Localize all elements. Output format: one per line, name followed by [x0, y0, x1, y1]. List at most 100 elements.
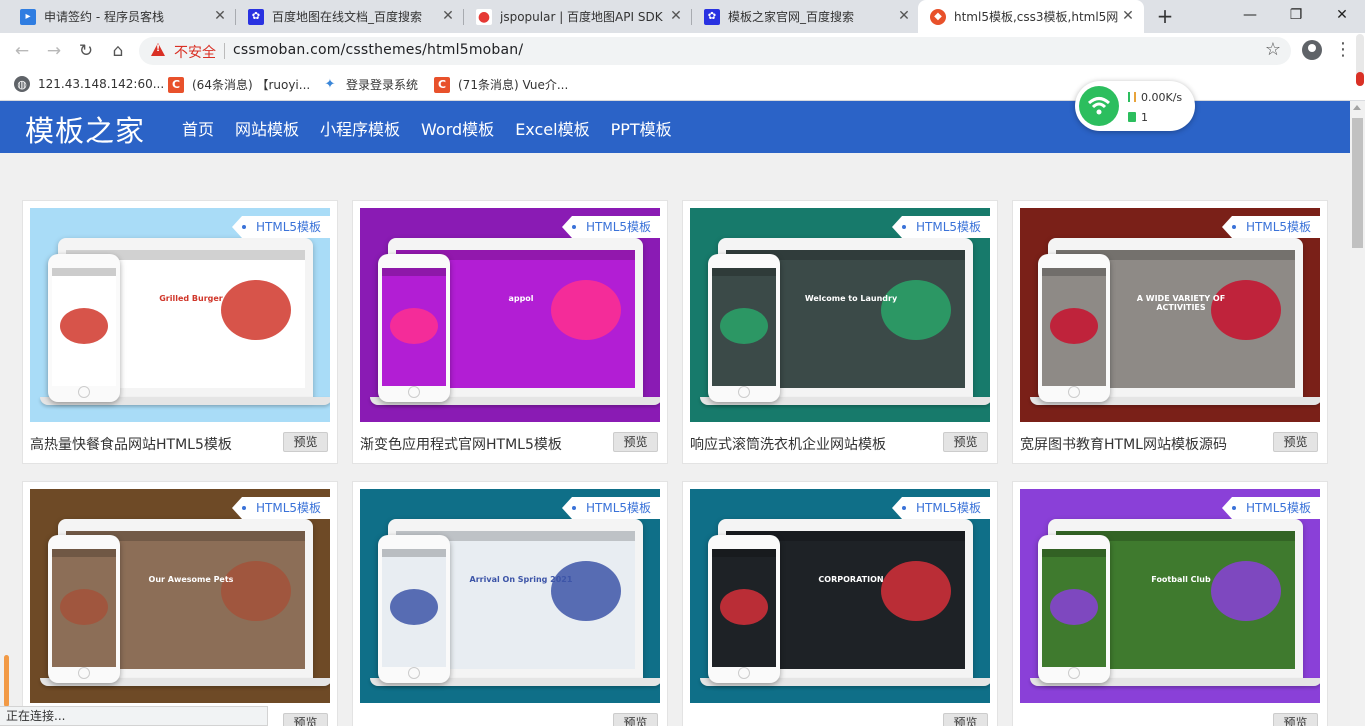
phone-mockup: [708, 254, 780, 402]
template-thumbnail[interactable]: Grilled Burger HTML5模板: [30, 208, 330, 422]
map-pin-icon: ●: [476, 8, 492, 25]
csdn-c-icon: C: [434, 76, 450, 93]
nav-website-templates[interactable]: 网站模板: [235, 116, 299, 140]
template-card[interactable]: appol HTML5模板渐变色应用程式官网HTML5模板 预览: [352, 200, 668, 464]
phone-mockup: [708, 535, 780, 683]
category-tag: HTML5模板: [1222, 497, 1320, 519]
template-title[interactable]: 渐变色应用程式官网HTML5模板: [360, 434, 562, 454]
speed-rate-text: 0.00K/s: [1141, 91, 1183, 104]
template-card[interactable]: Welcome to Laundry HTML5模板响应式滚筒洗衣机企业网站模板 预…: [682, 200, 998, 464]
template-thumbnail[interactable]: appol HTML5模板: [360, 208, 660, 422]
phone-mockup: [378, 254, 450, 402]
template-card[interactable]: Grilled Burger HTML5模板高热量快餐食品网站HTML5模板 预览: [22, 200, 338, 464]
page-scrollbar[interactable]: [1350, 101, 1365, 726]
tab-item[interactable]: ✿ 百度地图在线文档_百度搜索 ✕: [236, 0, 464, 33]
screenshot-headline: CORPORATION: [818, 575, 884, 584]
tab-strip: ▸ 申请签约 - 程序员客栈 ✕ ✿ 百度地图在线文档_百度搜索 ✕ ● jsp…: [0, 0, 1365, 33]
nav-miniprogram-templates[interactable]: 小程序模板: [320, 116, 400, 140]
new-tab-button[interactable]: +: [1154, 5, 1176, 27]
tab-title: 百度地图在线文档_百度搜索: [272, 10, 423, 24]
tab-item[interactable]: ▸ 申请签约 - 程序员客栈 ✕: [8, 0, 236, 33]
template-card[interactable]: Our Awesome Pets HTML5模板预览: [22, 481, 338, 726]
scroll-up-arrow-icon[interactable]: [1353, 105, 1361, 110]
preview-button[interactable]: 预览: [943, 432, 988, 452]
nav-home[interactable]: 首页: [182, 116, 214, 140]
nav-word-templates[interactable]: Word模板: [421, 116, 494, 140]
bookmark-star-icon[interactable]: ☆: [1265, 39, 1281, 60]
battery-icon: [1128, 112, 1136, 122]
nav-excel-templates[interactable]: Excel模板: [515, 116, 589, 140]
close-icon[interactable]: ✕: [212, 8, 228, 24]
address-bar[interactable]: 不安全 cssmoban.com/cssthemes/html5moban/ ☆: [139, 37, 1291, 65]
close-icon[interactable]: ✕: [896, 8, 912, 24]
preview-button[interactable]: 预览: [1273, 432, 1318, 452]
bookmark-item[interactable]: C (71条消息) Vue介...: [434, 76, 568, 93]
template-card[interactable]: Football Club HTML5模板预览: [1012, 481, 1328, 726]
square-icon: ▸: [20, 8, 36, 25]
close-icon[interactable]: ✕: [668, 8, 684, 24]
forward-button[interactable]: →: [42, 39, 66, 63]
preview-button[interactable]: 预览: [283, 432, 328, 452]
updown-arrow-icon: [1128, 92, 1136, 102]
template-card[interactable]: Arrival On Spring 2021 HTML5模板预览: [352, 481, 668, 726]
bookmark-label: 121.43.148.142:60...: [38, 77, 165, 91]
tab-item[interactable]: ✿ 模板之家官网_百度搜索 ✕: [692, 0, 920, 33]
tab-title: 模板之家官网_百度搜索: [728, 10, 855, 24]
preview-button[interactable]: 预览: [943, 713, 988, 726]
tab-item[interactable]: ● jspopular | 百度地图API SDK ✕: [464, 0, 692, 33]
phone-mockup: [48, 254, 120, 402]
site-logo-icon: ◆: [930, 8, 946, 25]
template-thumbnail[interactable]: CORPORATION HTML5模板: [690, 489, 990, 703]
category-tag: HTML5模板: [892, 497, 990, 519]
template-thumbnail[interactable]: A WIDE VARIETY OF ACTIVITIES HTML5模板: [1020, 208, 1320, 422]
template-thumbnail[interactable]: Football Club HTML5模板: [1020, 489, 1320, 703]
screenshot-headline: Arrival On Spring 2021: [469, 575, 573, 584]
csdn-c-icon: C: [168, 76, 184, 93]
security-label[interactable]: 不安全: [174, 42, 216, 62]
template-title[interactable]: 宽屏图书教育HTML网站模板源码: [1020, 434, 1227, 454]
bookmark-label: 登录登录系统: [346, 78, 419, 92]
template-thumbnail[interactable]: Welcome to Laundry HTML5模板: [690, 208, 990, 422]
template-title[interactable]: 高热量快餐食品网站HTML5模板: [30, 434, 232, 454]
close-icon[interactable]: ✕: [440, 8, 456, 24]
network-speed-widget[interactable]: 0.00K/s 1: [1075, 81, 1195, 131]
minimize-button[interactable]: —: [1227, 0, 1273, 33]
template-title[interactable]: 响应式滚筒洗衣机企业网站模板: [690, 434, 886, 454]
menu-kebab-icon[interactable]: ⋮: [1334, 39, 1352, 63]
category-tag: HTML5模板: [232, 497, 330, 519]
baidu-paw-icon: ✿: [248, 8, 264, 25]
speed-rate: 0.00K/s: [1128, 91, 1182, 104]
profile-avatar-icon[interactable]: [1302, 40, 1322, 60]
site-logo[interactable]: 模板之家: [25, 108, 145, 150]
template-thumbnail[interactable]: Arrival On Spring 2021 HTML5模板: [360, 489, 660, 703]
preview-button[interactable]: 预览: [1273, 713, 1318, 726]
phone-mockup: [1038, 535, 1110, 683]
tab-title: 申请签约 - 程序员客栈: [44, 10, 164, 24]
category-tag: HTML5模板: [1222, 216, 1320, 238]
home-button[interactable]: ⌂: [106, 39, 130, 63]
screenshot-headline: Our Awesome Pets: [148, 575, 234, 584]
reload-button[interactable]: ↻: [74, 39, 98, 63]
preview-button[interactable]: 预览: [613, 713, 658, 726]
browser-toolbar: ← → ↻ ⌂ 不安全 cssmoban.com/cssthemes/html5…: [0, 33, 1365, 69]
window-close-button[interactable]: ✕: [1319, 0, 1365, 33]
template-thumbnail[interactable]: Our Awesome Pets HTML5模板: [30, 489, 330, 703]
bookmark-item[interactable]: C (64条消息) 【ruoyi...: [168, 76, 310, 93]
category-tag: HTML5模板: [562, 497, 660, 519]
maximize-button[interactable]: ❐: [1273, 0, 1319, 33]
tab-item-active[interactable]: ◆ html5模板,css3模板,html5网页 ✕: [918, 0, 1144, 33]
bookmark-item[interactable]: ◍ 121.43.148.142:60...: [14, 76, 164, 92]
close-icon[interactable]: ✕: [1120, 8, 1136, 24]
template-card[interactable]: A WIDE VARIETY OF ACTIVITIES HTML5模板宽屏图书教…: [1012, 200, 1328, 464]
baidu-paw-icon: ✿: [704, 8, 720, 25]
bookmark-label: (71条消息) Vue介...: [458, 78, 569, 92]
back-button[interactable]: ←: [10, 39, 34, 63]
scrollbar-thumb[interactable]: [1352, 118, 1363, 248]
template-card[interactable]: CORPORATION HTML5模板预览: [682, 481, 998, 726]
preview-button[interactable]: 预览: [613, 432, 658, 452]
url-text[interactable]: cssmoban.com/cssthemes/html5moban/: [233, 42, 523, 58]
bookmark-item[interactable]: ✦ 登录登录系统: [322, 76, 418, 93]
screenshot-headline: Football Club: [1151, 575, 1211, 584]
preview-button[interactable]: 预览: [283, 713, 328, 726]
nav-ppt-templates[interactable]: PPT模板: [611, 116, 672, 140]
